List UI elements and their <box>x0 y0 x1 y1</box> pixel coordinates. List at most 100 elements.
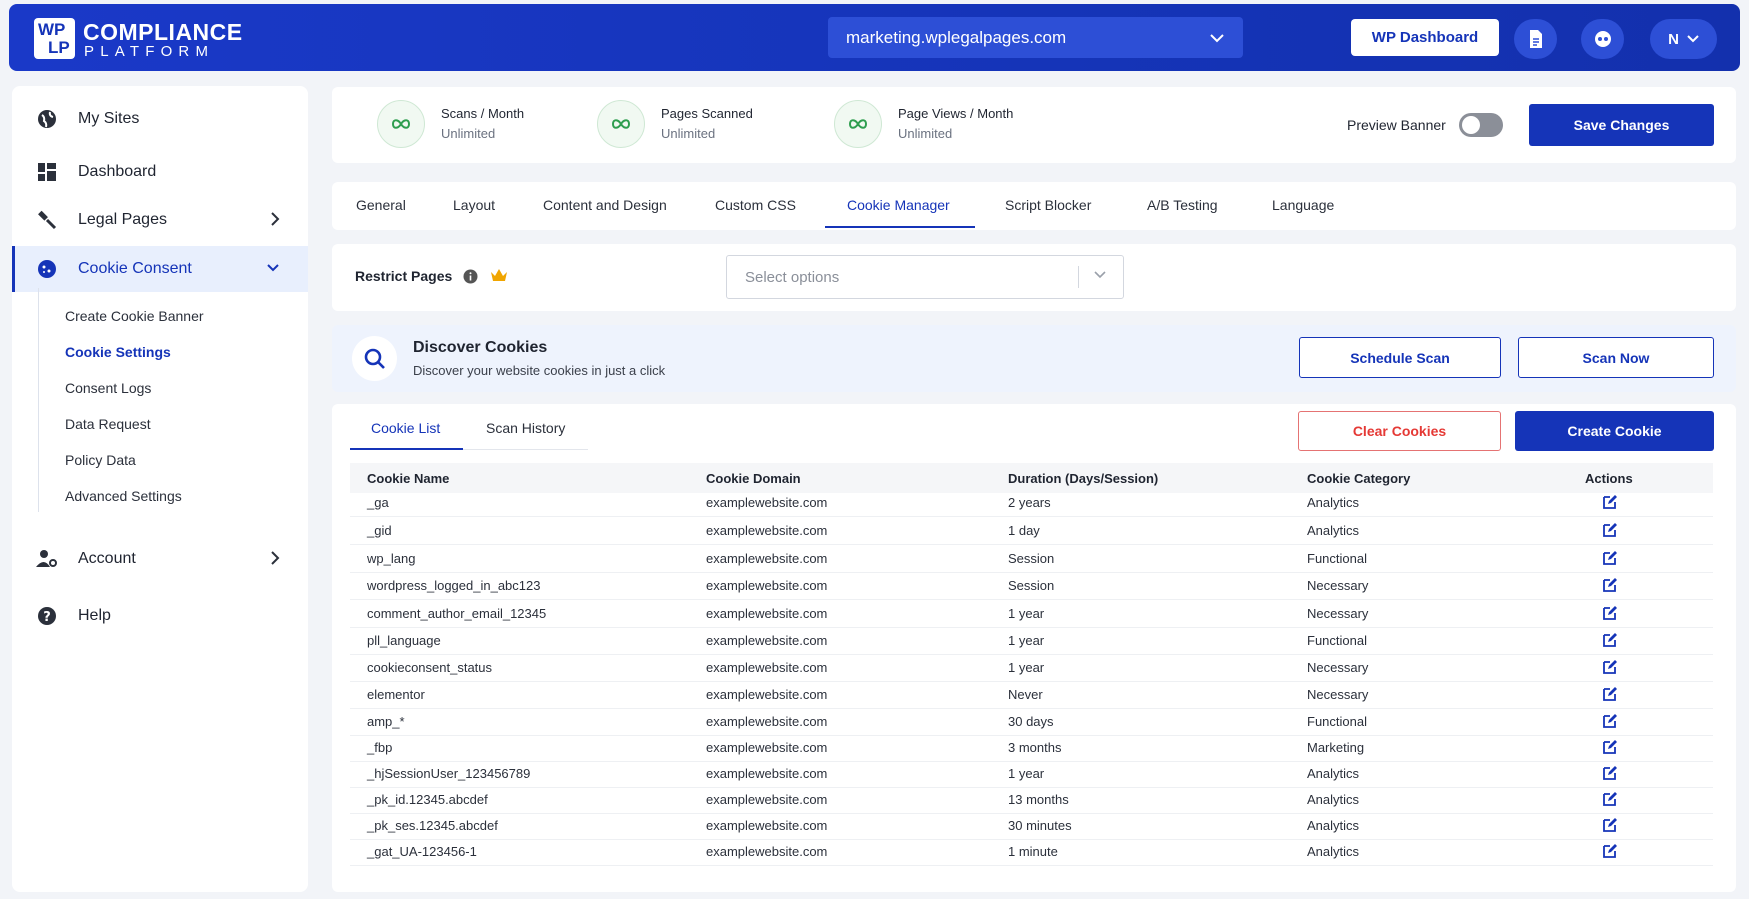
select-placeholder: Select options <box>745 268 840 286</box>
infinity-icon <box>834 100 882 148</box>
create-cookie-button[interactable]: Create Cookie <box>1515 411 1714 451</box>
chevron-down-icon <box>1094 271 1106 279</box>
cell-cookie-domain: examplewebsite.com <box>706 523 828 538</box>
edit-icon[interactable] <box>1602 739 1618 755</box>
gavel-icon <box>36 209 58 231</box>
crown-icon <box>491 269 507 281</box>
cell-duration: 1 year <box>1008 660 1045 675</box>
cell-cookie-name: _pk_ses.12345.abcdef <box>367 818 498 833</box>
usage-stats-card <box>332 87 1736 163</box>
cell-category: Analytics <box>1307 818 1360 833</box>
active-subtab-indicator <box>350 448 463 450</box>
chevron-right-icon <box>271 212 280 226</box>
cell-cookie-domain: examplewebsite.com <box>706 687 828 702</box>
edit-icon[interactable] <box>1602 577 1618 593</box>
user-menu-button[interactable]: N <box>1650 19 1717 59</box>
discover-cookies-subtitle: Discover your website cookies in just a … <box>413 363 666 378</box>
cell-duration: 1 year <box>1008 766 1045 781</box>
cell-category: Necessary <box>1307 687 1369 702</box>
cell-cookie-domain: examplewebsite.com <box>706 844 828 859</box>
stat-value: Unlimited <box>898 126 953 141</box>
user-initial: N <box>1668 30 1679 48</box>
stat-label: Scans / Month <box>441 106 525 121</box>
logo-mark-top: WP <box>38 20 66 39</box>
user-gear-icon <box>36 548 58 570</box>
cell-cookie-domain: examplewebsite.com <box>706 633 828 648</box>
cell-category: Analytics <box>1307 844 1360 859</box>
edit-icon[interactable] <box>1602 686 1618 702</box>
restrict-pages-select[interactable]: Select options <box>726 255 1124 299</box>
wp-dashboard-button[interactable]: WP Dashboard <box>1351 19 1499 56</box>
edit-icon[interactable] <box>1602 843 1618 859</box>
tab-layout[interactable]: Layout <box>453 197 495 213</box>
submenu-cookie-settings[interactable]: Cookie Settings <box>65 344 171 360</box>
edit-icon[interactable] <box>1602 659 1618 675</box>
cell-duration: 3 months <box>1008 740 1062 755</box>
submenu-consent-logs[interactable]: Consent Logs <box>65 380 151 396</box>
chevron-down-icon <box>1687 35 1699 43</box>
cell-cookie-name: comment_author_email_12345 <box>367 606 547 621</box>
tab-scan-history[interactable]: Scan History <box>486 420 565 436</box>
cell-category: Functional <box>1307 551 1367 566</box>
tab-cookie-list[interactable]: Cookie List <box>371 420 440 436</box>
preview-banner-toggle[interactable] <box>1459 113 1503 137</box>
edit-icon[interactable] <box>1602 765 1618 781</box>
edit-icon[interactable] <box>1602 791 1618 807</box>
cell-category: Functional <box>1307 714 1367 729</box>
sidebar: My Sites Dashboard Legal Pages Cookie Co… <box>12 86 308 892</box>
site-selector[interactable]: marketing.wplegalpages.com <box>828 17 1243 58</box>
edit-icon[interactable] <box>1602 550 1618 566</box>
submenu-data-request[interactable]: Data Request <box>65 416 151 432</box>
tab-cookie-manager[interactable]: Cookie Manager <box>847 197 950 213</box>
edit-icon[interactable] <box>1602 522 1618 538</box>
support-button[interactable] <box>1581 19 1624 59</box>
cell-duration: 30 days <box>1008 714 1054 729</box>
edit-icon[interactable] <box>1602 632 1618 648</box>
tab-content-and-design[interactable]: Content and Design <box>543 197 667 213</box>
submenu-policy-data[interactable]: Policy Data <box>65 452 136 468</box>
cell-duration: Never <box>1008 687 1043 702</box>
cell-duration: Session <box>1008 551 1055 566</box>
cell-duration: 1 year <box>1008 606 1045 621</box>
edit-icon[interactable] <box>1602 713 1618 729</box>
tab-ab-testing[interactable]: A/B Testing <box>1147 197 1218 213</box>
cell-category: Functional <box>1307 633 1367 648</box>
svg-text:?: ? <box>43 610 51 625</box>
chevron-down-icon <box>267 264 279 272</box>
cell-cookie-name: wordpress_logged_in_abc123 <box>367 578 541 593</box>
sidebar-item-label: Cookie Consent <box>78 260 192 277</box>
cell-duration: 30 minutes <box>1008 818 1072 833</box>
edit-icon[interactable] <box>1602 817 1618 833</box>
schedule-scan-button[interactable]: Schedule Scan <box>1299 337 1501 378</box>
cell-duration: 1 minute <box>1008 844 1058 859</box>
cookie-icon <box>36 258 58 280</box>
search-icon <box>352 336 397 381</box>
submenu-create-cookie-banner[interactable]: Create Cookie Banner <box>65 308 204 324</box>
clear-cookies-button[interactable]: Clear Cookies <box>1298 411 1501 451</box>
save-changes-button[interactable]: Save Changes <box>1529 104 1714 146</box>
cell-duration: 1 year <box>1008 633 1045 648</box>
document-icon <box>1529 30 1542 48</box>
edit-icon[interactable] <box>1602 494 1618 510</box>
sidebar-item-dashboard[interactable]: Dashboard <box>12 149 308 195</box>
tab-script-blocker[interactable]: Script Blocker <box>1005 197 1091 213</box>
sidebar-item-account[interactable]: Account <box>12 536 308 582</box>
info-icon[interactable] <box>463 269 478 284</box>
cell-cookie-name: cookieconsent_status <box>367 660 493 675</box>
document-button[interactable] <box>1514 19 1557 59</box>
sidebar-item-cookie-consent[interactable]: Cookie Consent <box>12 246 308 292</box>
submenu-advanced-settings[interactable]: Advanced Settings <box>65 488 182 504</box>
tab-general[interactable]: General <box>356 197 406 213</box>
cell-cookie-domain: examplewebsite.com <box>706 578 828 593</box>
sidebar-item-my-sites[interactable]: My Sites <box>12 96 308 142</box>
cell-cookie-domain: examplewebsite.com <box>706 792 828 807</box>
cell-category: Marketing <box>1307 740 1365 755</box>
scan-now-button[interactable]: Scan Now <box>1518 337 1714 378</box>
sidebar-item-legal-pages[interactable]: Legal Pages <box>12 197 308 243</box>
sidebar-item-help[interactable]: ? Help <box>12 593 308 639</box>
edit-icon[interactable] <box>1602 605 1618 621</box>
tab-language[interactable]: Language <box>1272 197 1334 213</box>
tab-custom-css[interactable]: Custom CSS <box>715 197 796 213</box>
help-icon: ? <box>36 605 58 627</box>
cell-cookie-name: pll_language <box>367 633 441 648</box>
